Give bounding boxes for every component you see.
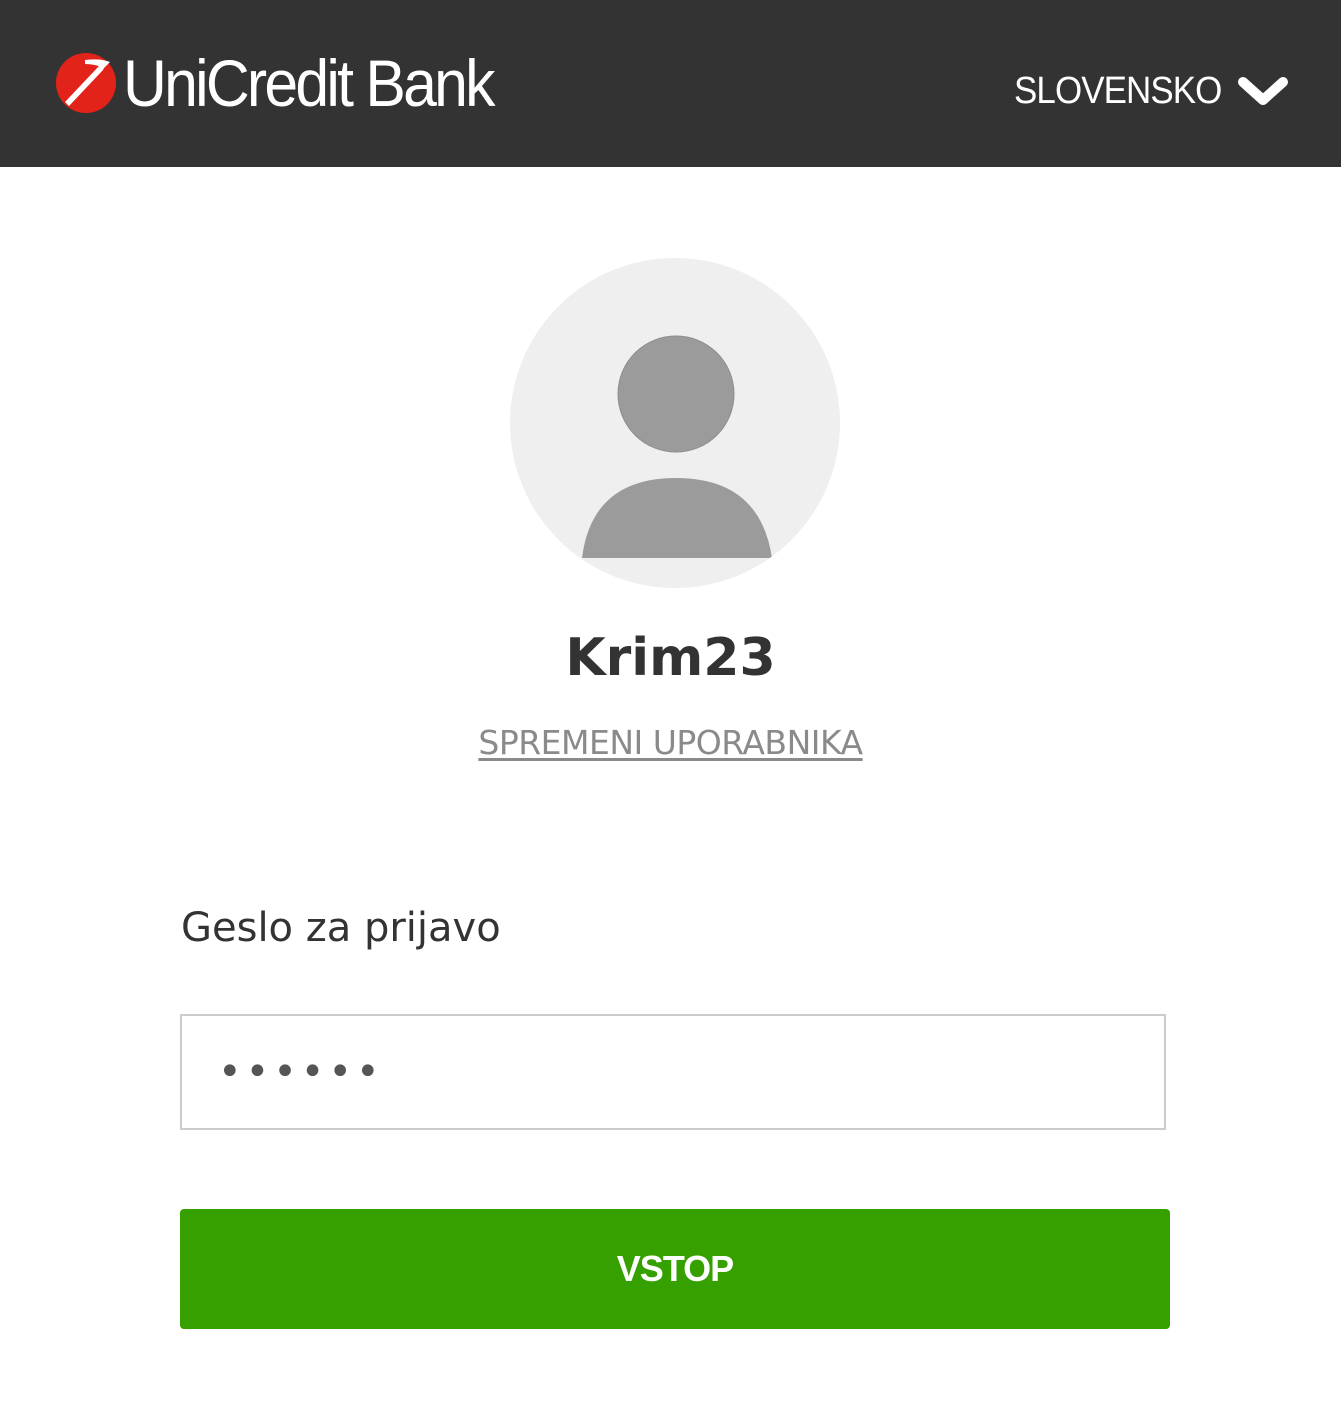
password-field[interactable]: [180, 1014, 1166, 1130]
user-avatar: [510, 258, 840, 588]
brand-logo[interactable]: UniCredit Bank: [55, 48, 525, 118]
change-user-link[interactable]: SPREMENI UPORABNIKA: [478, 723, 863, 762]
chevron-down-icon: [1238, 76, 1288, 105]
top-header-bar: UniCredit Bank SLOVENSKO: [0, 0, 1341, 167]
change-user-container: SPREMENI UPORABNIKA: [0, 723, 1341, 762]
language-selector[interactable]: SLOVENSKO: [996, 70, 1289, 113]
user-avatar-icon: [582, 335, 772, 558]
language-label: SLOVENSKO: [1013, 70, 1222, 112]
login-button[interactable]: VSTOP: [180, 1209, 1170, 1329]
username: Krim23: [565, 628, 776, 688]
password-label: Geslo za prijavo: [181, 905, 501, 951]
unicredit-logo-icon: [56, 53, 116, 113]
brand-name: UniCredit Bank: [123, 46, 495, 120]
